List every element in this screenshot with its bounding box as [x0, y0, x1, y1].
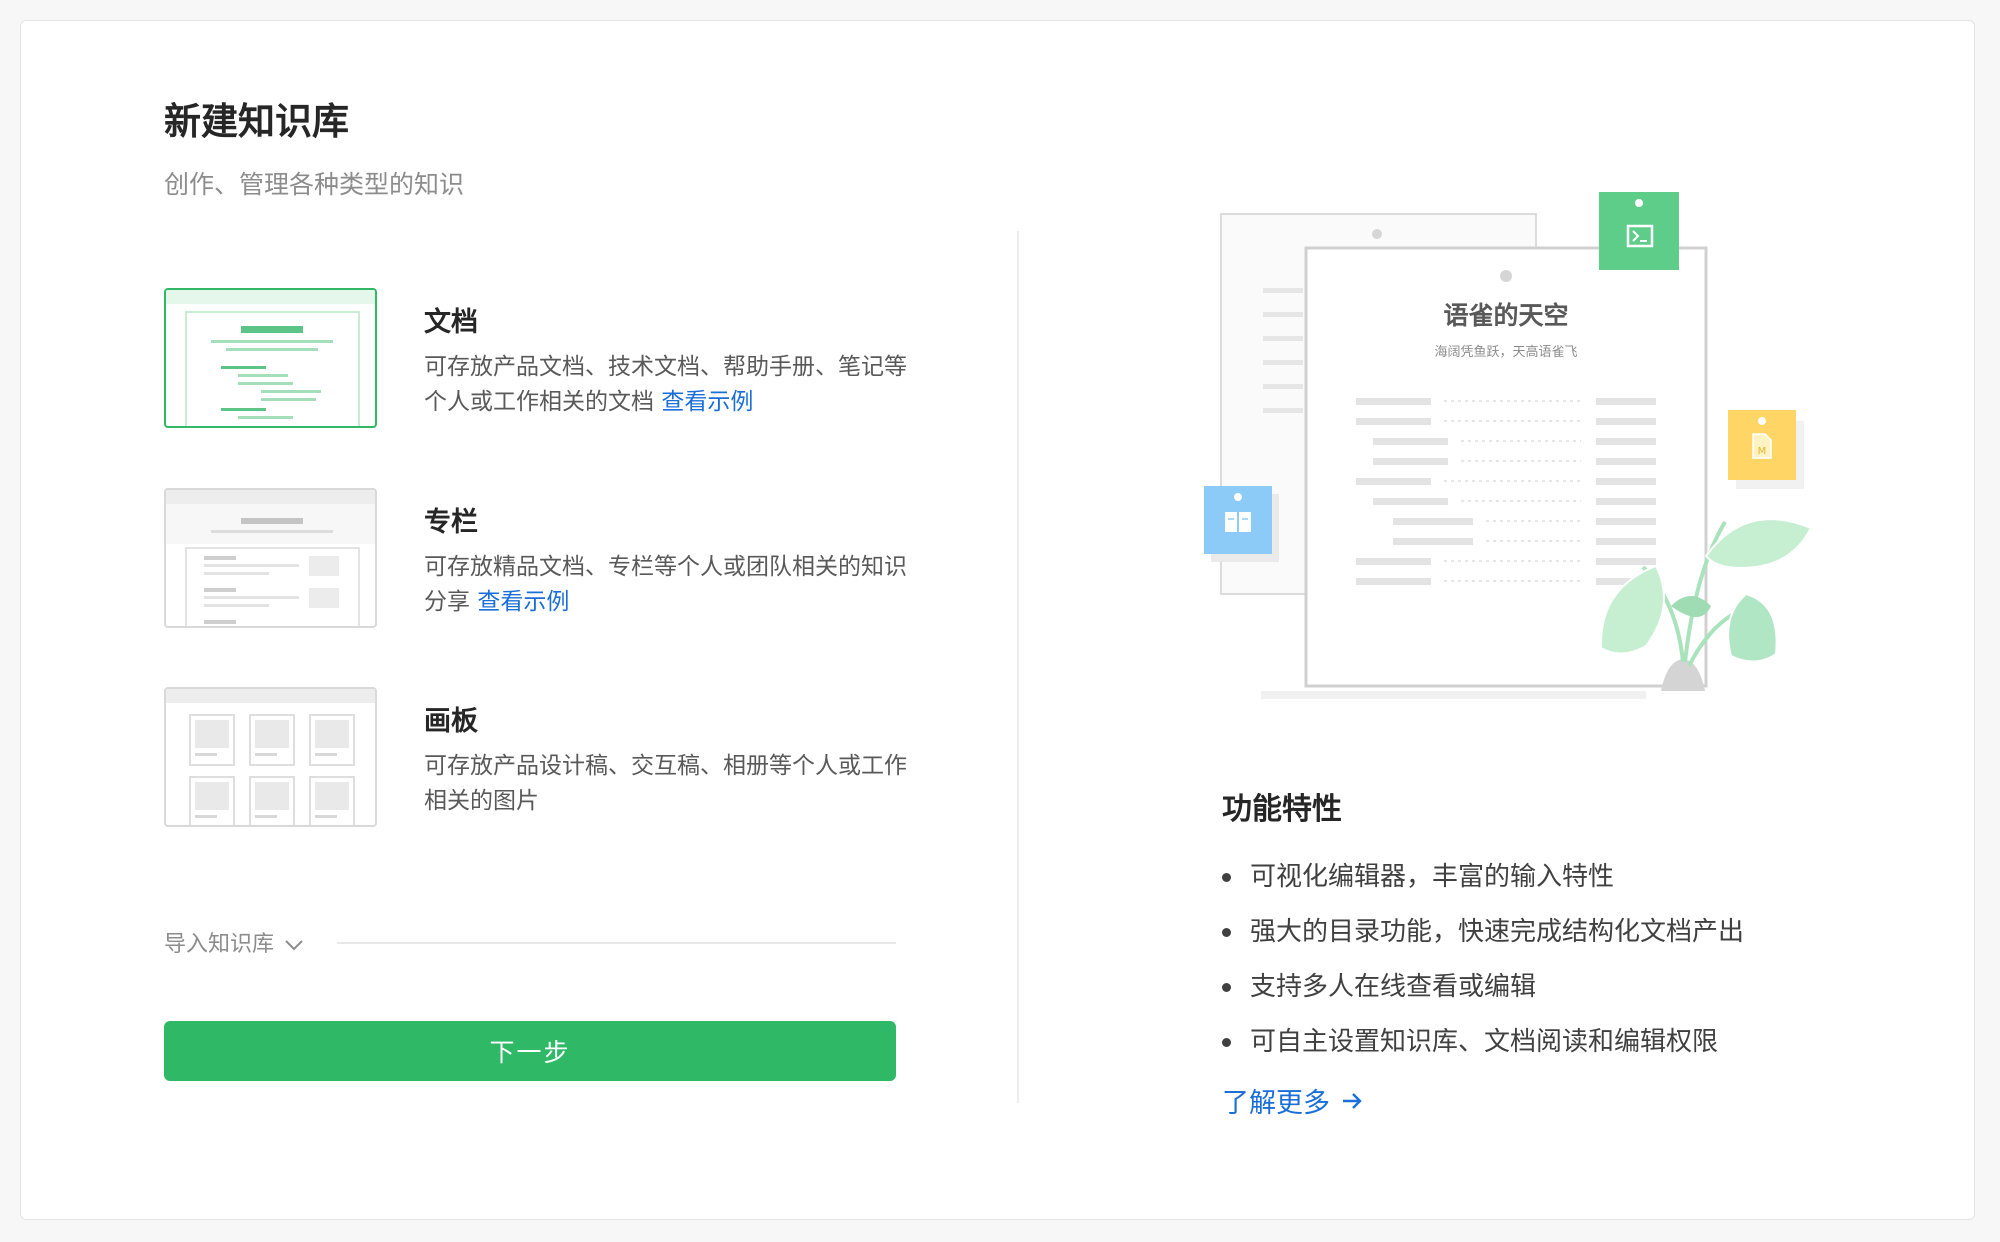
- board-thumbnail[interactable]: [164, 687, 377, 827]
- new-knowledge-base-card: 新建知识库 创作、管理各种类型的知识 文档 可存放产品文档、技术文档、帮助手册、…: [20, 20, 1975, 1220]
- import-row: 导入知识库: [164, 926, 896, 958]
- learn-more-link[interactable]: 了解更多: [1222, 1081, 1364, 1120]
- import-divider: [337, 942, 896, 944]
- doc-thumbnail[interactable]: [164, 288, 377, 428]
- option-column[interactable]: 专栏 可存放精品文档、专栏等个人或团队相关的知识分享 查看示例: [164, 488, 907, 628]
- arrow-right-icon: [1343, 1092, 1362, 1109]
- illustration-doc-title: 语雀的天空: [1443, 301, 1568, 330]
- features-title: 功能特性: [1222, 792, 1342, 827]
- feature-item: 强大的目录功能，快速完成结构化文档产出: [1222, 914, 1744, 969]
- feature-item: 支持多人在线查看或编辑: [1222, 969, 1744, 1024]
- option-title: 画板: [424, 706, 478, 737]
- column-thumbnail[interactable]: [164, 488, 377, 628]
- knowledge-base-illustration: 语雀的天空 海阔凭鱼跃，天高语雀飞 M: [1191, 186, 1831, 726]
- feature-item: 可视化编辑器，丰富的输入特性: [1222, 859, 1744, 914]
- page-subtitle: 创作、管理各种类型的知识: [164, 170, 465, 199]
- markdown-tag-icon: M: [1728, 410, 1804, 489]
- option-board[interactable]: 画板 可存放产品设计稿、交互稿、相册等个人或工作相关的图片: [164, 687, 907, 827]
- next-step-button[interactable]: 下一步: [164, 1021, 896, 1081]
- svg-text:M: M: [1758, 446, 1767, 457]
- option-description: 可存放产品设计稿、交互稿、相册等个人或工作相关的图片: [424, 753, 907, 814]
- option-doc[interactable]: 文档 可存放产品文档、技术文档、帮助手册、笔记等个人或工作相关的文档 查看示例: [164, 288, 907, 428]
- chevron-down-icon: [285, 940, 303, 951]
- option-description: 可存放精品文档、专栏等个人或团队相关的知识分享 查看示例: [424, 550, 914, 620]
- option-title: 文档: [424, 307, 478, 338]
- option-title: 专栏: [424, 507, 478, 538]
- import-label: 导入知识库: [164, 932, 275, 957]
- view-example-link[interactable]: 查看示例: [477, 589, 569, 615]
- terminal-tag-icon: [1599, 192, 1679, 270]
- vertical-divider: [1017, 231, 1019, 1103]
- feature-item: 可自主设置知识库、文档阅读和编辑权限: [1222, 1024, 1744, 1079]
- book-tag-icon: [1204, 486, 1279, 562]
- page-title: 新建知识库: [164, 100, 349, 143]
- learn-more-label: 了解更多: [1222, 1088, 1330, 1119]
- import-toggle[interactable]: 导入知识库: [164, 926, 305, 958]
- view-example-link[interactable]: 查看示例: [661, 389, 753, 415]
- option-description: 可存放产品文档、技术文档、帮助手册、笔记等个人或工作相关的文档 查看示例: [424, 350, 914, 420]
- features-list: 可视化编辑器，丰富的输入特性 强大的目录功能，快速完成结构化文档产出 支持多人在…: [1222, 859, 1744, 1079]
- illustration-doc-subtitle: 海阔凭鱼跃，天高语雀飞: [1434, 344, 1577, 360]
